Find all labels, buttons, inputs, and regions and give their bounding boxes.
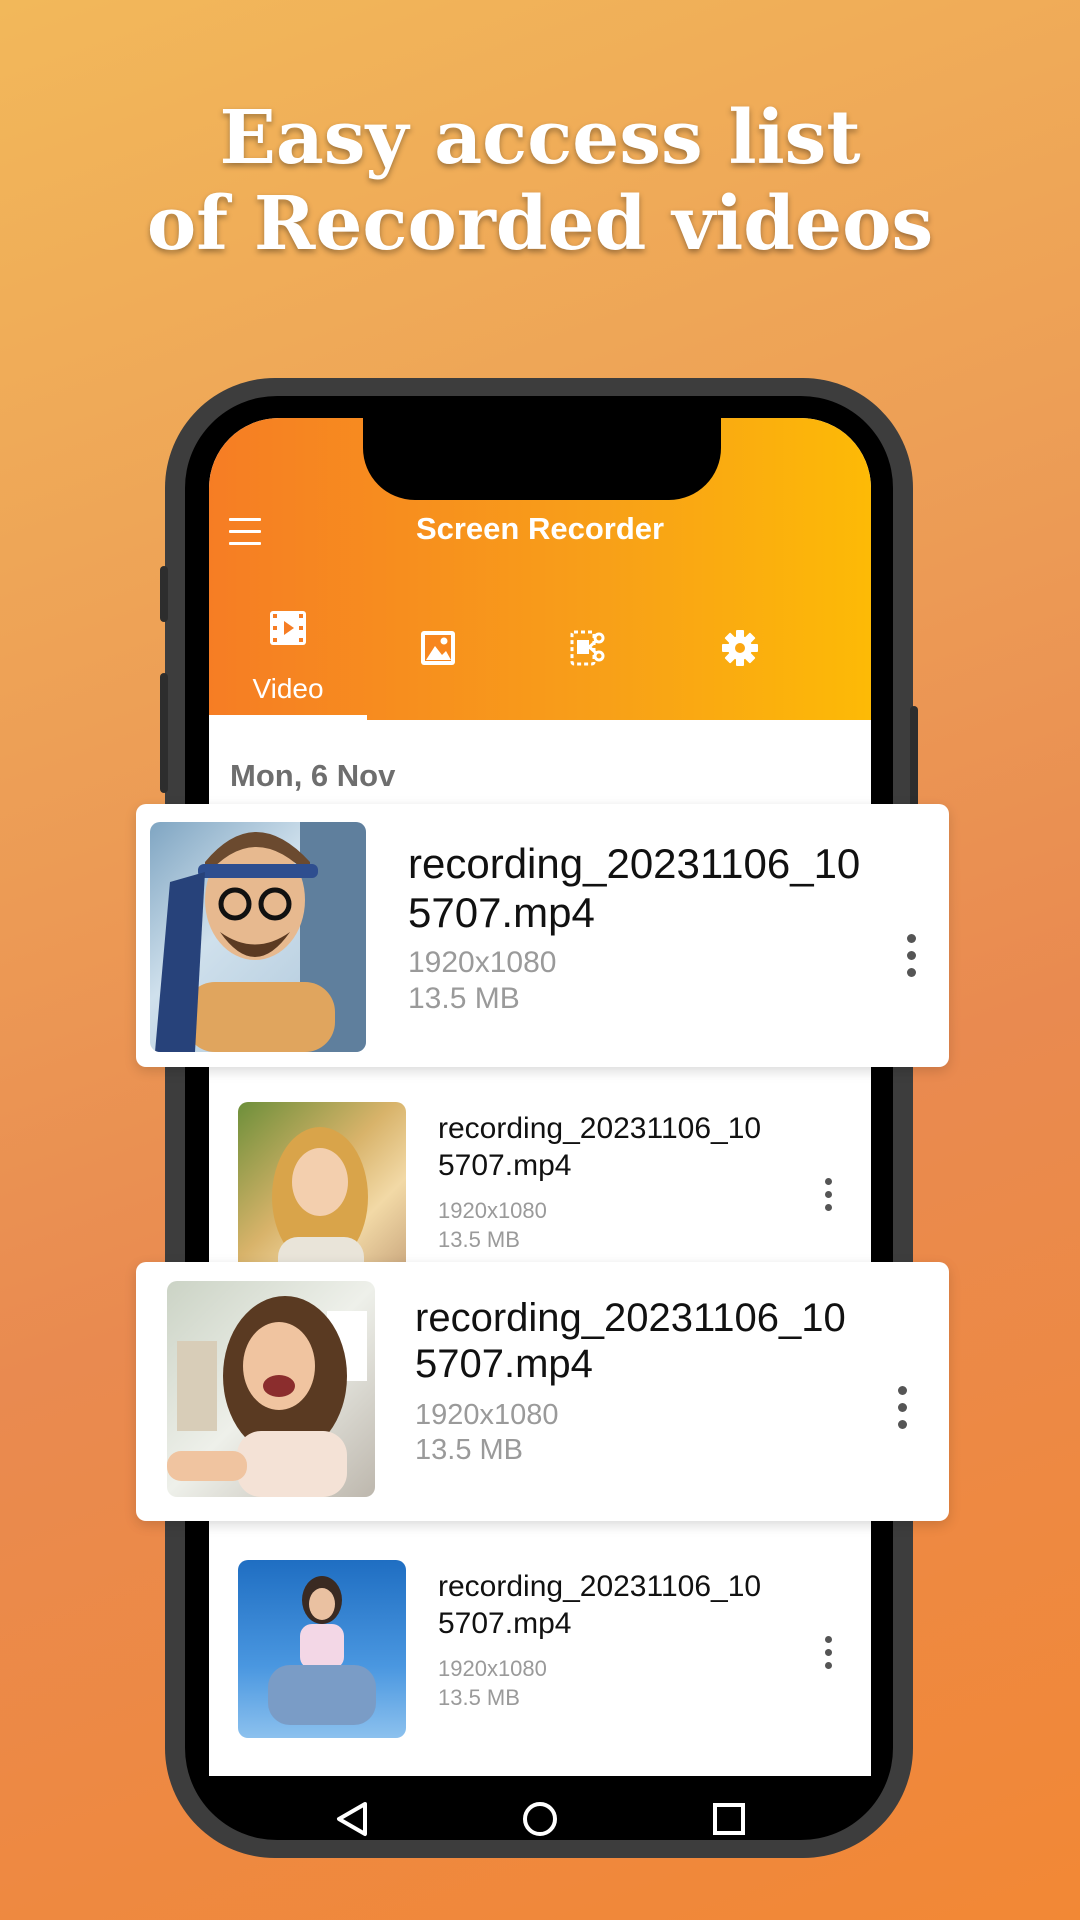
- video-thumbnail[interactable]: [238, 1102, 406, 1282]
- video-resolution: 1920x1080: [438, 1656, 547, 1681]
- tab-images[interactable]: [359, 608, 517, 720]
- more-options-icon[interactable]: [825, 1636, 832, 1669]
- list-item-highlighted[interactable]: recording_20231106_10 5707.mp4 1920x1080…: [136, 804, 949, 1067]
- app-bar: Screen Recorder Video: [209, 418, 871, 720]
- person-photo: [167, 1296, 367, 1497]
- person-photo: [272, 1127, 368, 1282]
- video-thumbnail[interactable]: [238, 1560, 406, 1738]
- active-tab-indicator: [209, 715, 367, 720]
- tab-edit[interactable]: [509, 608, 667, 720]
- film-icon: [270, 611, 306, 645]
- promo-headline: Easy access list of Recorded videos: [0, 95, 1080, 267]
- video-thumbnail[interactable]: [167, 1281, 375, 1497]
- video-filename: recording_20231106_10 5707.mp4: [438, 1112, 762, 1182]
- video-size: 13.5 MB: [438, 1227, 520, 1252]
- video-filename: recording_20231106_10 5707.mp4: [415, 1296, 846, 1386]
- headline-line-2: of Recorded videos: [146, 181, 934, 267]
- video-filename: recording_20231106_10 5707.mp4: [438, 1570, 762, 1640]
- video-size: 13.5 MB: [438, 1685, 520, 1710]
- video-thumbnail[interactable]: [150, 822, 366, 1052]
- more-options-icon[interactable]: [825, 1178, 832, 1211]
- back-triangle-icon[interactable]: [335, 1800, 369, 1838]
- gear-icon: [722, 630, 758, 666]
- more-options-icon[interactable]: [898, 1386, 907, 1429]
- video-resolution: 1920x1080: [415, 1399, 559, 1431]
- list-item[interactable]: recording_20231106_10 5707.mp4 1920x1080…: [209, 1556, 871, 1746]
- recents-square-icon[interactable]: [711, 1801, 747, 1837]
- more-options-icon[interactable]: [907, 934, 916, 977]
- navigation-bar: [165, 1796, 913, 1858]
- video-meta: 1920x1080 13.5 MB: [415, 1398, 559, 1468]
- phone-frame: Screen Recorder Video Mon, 6 Nov recordi…: [160, 378, 918, 1858]
- person-photo: [268, 1576, 376, 1725]
- date-section-header: Mon, 6 Nov: [230, 758, 396, 793]
- headline-line-1: Easy access list: [219, 95, 861, 181]
- video-filename: recording_20231106_10 5707.mp4: [408, 840, 861, 936]
- video-meta: 1920x1080 13.5 MB: [438, 1196, 547, 1254]
- phone-side-button: [160, 566, 168, 622]
- video-resolution: 1920x1080: [408, 946, 557, 979]
- video-resolution: 1920x1080: [438, 1198, 547, 1223]
- tab-video-label: Video: [252, 673, 324, 704]
- phone-volume-button: [160, 673, 168, 793]
- video-meta: 1920x1080 13.5 MB: [408, 945, 556, 1017]
- video-size: 13.5 MB: [408, 982, 520, 1015]
- image-icon: [421, 631, 455, 665]
- person-photo: [155, 822, 366, 1052]
- app-screen: Screen Recorder Video Mon, 6 Nov recordi…: [209, 418, 871, 1776]
- video-size: 13.5 MB: [415, 1434, 523, 1466]
- app-title: Screen Recorder: [415, 511, 665, 546]
- camera-notch: [363, 418, 721, 500]
- list-item[interactable]: recording_20231106_10 5707.mp4 1920x1080…: [209, 1098, 871, 1288]
- video-meta: 1920x1080 13.5 MB: [438, 1654, 547, 1712]
- list-item-highlighted[interactable]: recording_20231106_10 5707.mp4 1920x1080…: [136, 1262, 949, 1521]
- tab-video[interactable]: Video: [209, 608, 367, 720]
- home-circle-icon[interactable]: [521, 1800, 559, 1838]
- video-edit-scissors-icon: [570, 630, 605, 666]
- tab-settings[interactable]: [661, 608, 819, 720]
